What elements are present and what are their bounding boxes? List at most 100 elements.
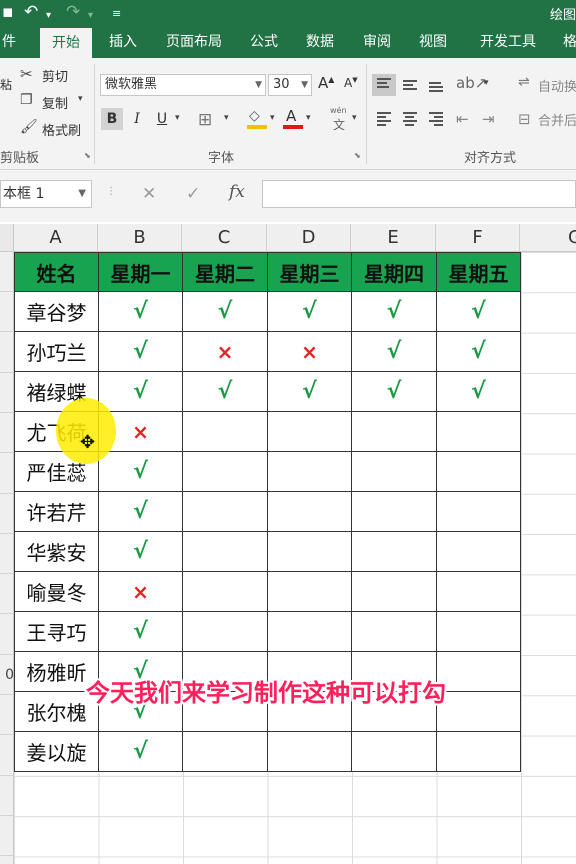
tab-home[interactable]: 开始 (40, 28, 92, 58)
tab-file[interactable]: 件 (0, 26, 18, 58)
mark-cell[interactable] (351, 451, 437, 492)
mark-cell[interactable] (267, 491, 352, 532)
mark-cell[interactable]: √ (436, 371, 521, 412)
cut-button[interactable]: 剪切 (42, 66, 68, 85)
scissors-icon[interactable]: ✂ (20, 65, 33, 83)
increase-indent-icon[interactable]: ⇥ (482, 110, 495, 128)
mark-cell[interactable]: √ (351, 371, 437, 412)
mark-cell[interactable] (267, 411, 352, 452)
mark-cell[interactable]: √ (98, 611, 183, 652)
borders-icon[interactable]: ⊞ (198, 110, 212, 130)
mark-cell[interactable]: √ (98, 371, 183, 412)
fill-color-button[interactable]: ◇ (246, 108, 268, 130)
mark-cell[interactable]: √ (98, 731, 183, 772)
column-header-d[interactable]: D (267, 224, 351, 252)
mark-cell[interactable]: √ (267, 371, 352, 412)
name-cell[interactable]: 许若芹 (14, 491, 99, 532)
row-header[interactable] (0, 413, 14, 454)
mark-cell[interactable] (182, 611, 268, 652)
insert-function-button[interactable]: fx (229, 182, 245, 202)
mark-cell[interactable] (436, 611, 521, 652)
mark-cell[interactable] (182, 571, 268, 612)
phonetic-dropdown-icon[interactable]: ▾ (352, 113, 357, 123)
customize-quick-access-icon[interactable]: ≡ (112, 4, 121, 24)
increase-font-icon[interactable]: A▲ (318, 74, 334, 92)
name-cell[interactable]: 华紫安 (14, 531, 99, 572)
copy-button[interactable]: 复制 (42, 93, 68, 112)
mark-cell[interactable]: √ (182, 371, 268, 412)
header-cell-friday[interactable]: 星期五 (436, 252, 521, 292)
row-header[interactable] (0, 373, 14, 413)
align-bottom-button[interactable] (424, 74, 448, 96)
merge-center-button[interactable]: 合并后 (538, 110, 576, 129)
redo-icon[interactable]: ↷ (66, 2, 80, 22)
mark-cell[interactable] (351, 611, 437, 652)
enter-check-icon[interactable]: ✓ (186, 184, 200, 204)
paste-button-label[interactable]: 粘 (0, 76, 12, 93)
clipboard-launcher-icon[interactable]: ⬊ (84, 151, 91, 160)
tab-developer[interactable]: 开发工具 (468, 26, 548, 58)
mark-cell[interactable] (351, 491, 437, 532)
row-header[interactable] (0, 736, 14, 776)
decrease-font-icon[interactable]: A▼ (344, 76, 358, 90)
column-header-f[interactable]: F (436, 224, 520, 252)
mark-cell[interactable] (436, 731, 521, 772)
mark-cell[interactable]: × (98, 571, 183, 612)
mark-cell[interactable]: √ (98, 451, 183, 492)
header-cell-name[interactable]: 姓名 (14, 252, 99, 292)
row-header[interactable] (0, 494, 14, 534)
mark-cell[interactable] (182, 731, 268, 772)
header-cell-tuesday[interactable]: 星期二 (182, 252, 268, 292)
formula-input[interactable] (262, 180, 576, 208)
row-header[interactable]: 0 (0, 655, 14, 695)
mark-cell[interactable] (182, 491, 268, 532)
align-middle-button[interactable] (398, 74, 422, 96)
row-header[interactable] (0, 333, 14, 373)
column-header-a[interactable]: A (14, 224, 98, 252)
mark-cell[interactable] (436, 411, 521, 452)
row-header[interactable] (0, 615, 14, 655)
name-cell[interactable]: 姜以旋 (14, 731, 99, 772)
row-header[interactable] (0, 454, 14, 494)
tab-insert[interactable]: 插入 (100, 26, 146, 58)
mark-cell[interactable]: √ (98, 291, 183, 332)
orientation-dropdown-icon[interactable]: ▾ (484, 78, 489, 88)
row-header[interactable] (0, 292, 14, 333)
font-color-button[interactable]: A (282, 107, 304, 130)
format-painter-button[interactable]: 格式刷 (42, 120, 81, 139)
undo-dropdown-icon[interactable]: ▾ (46, 6, 51, 26)
tab-page-layout[interactable]: 页面布局 (158, 26, 230, 58)
save-icon[interactable]: ▪ (2, 2, 14, 22)
mark-cell[interactable] (351, 731, 437, 772)
mark-cell[interactable] (436, 571, 521, 612)
row-header[interactable] (0, 252, 14, 292)
mark-cell[interactable]: √ (98, 531, 183, 572)
mark-cell[interactable] (436, 691, 521, 732)
mark-cell[interactable] (267, 531, 352, 572)
decrease-indent-icon[interactable]: ⇤ (456, 110, 469, 128)
row-header[interactable] (0, 695, 14, 736)
align-right-button[interactable] (424, 108, 448, 130)
tab-data[interactable]: 数据 (298, 26, 342, 58)
underline-dropdown-icon[interactable]: ▾ (175, 113, 180, 123)
mark-cell[interactable] (267, 731, 352, 772)
font-name-combo[interactable]: 微软雅黑 ▼ (100, 74, 266, 96)
name-cell[interactable]: 喻曼冬 (14, 571, 99, 612)
mark-cell[interactable] (436, 451, 521, 492)
borders-dropdown-icon[interactable]: ▾ (224, 113, 229, 123)
mark-cell[interactable]: √ (267, 291, 352, 332)
orientation-icon[interactable]: ab↗ (456, 74, 487, 92)
fill-color-dropdown-icon[interactable]: ▾ (270, 113, 275, 123)
mark-cell[interactable]: √ (436, 291, 521, 332)
tab-view[interactable]: 视图 (410, 26, 456, 58)
tab-review[interactable]: 审阅 (354, 26, 400, 58)
cancel-icon[interactable]: ✕ (142, 184, 156, 204)
mark-cell[interactable] (182, 531, 268, 572)
header-cell-wednesday[interactable]: 星期三 (267, 252, 352, 292)
row-header[interactable] (0, 534, 14, 575)
column-header-e[interactable]: E (351, 224, 436, 252)
copy-dropdown-icon[interactable]: ▾ (78, 94, 83, 104)
mark-cell[interactable] (267, 611, 352, 652)
mark-cell[interactable]: √ (351, 331, 437, 372)
underline-button[interactable]: U (151, 108, 173, 130)
